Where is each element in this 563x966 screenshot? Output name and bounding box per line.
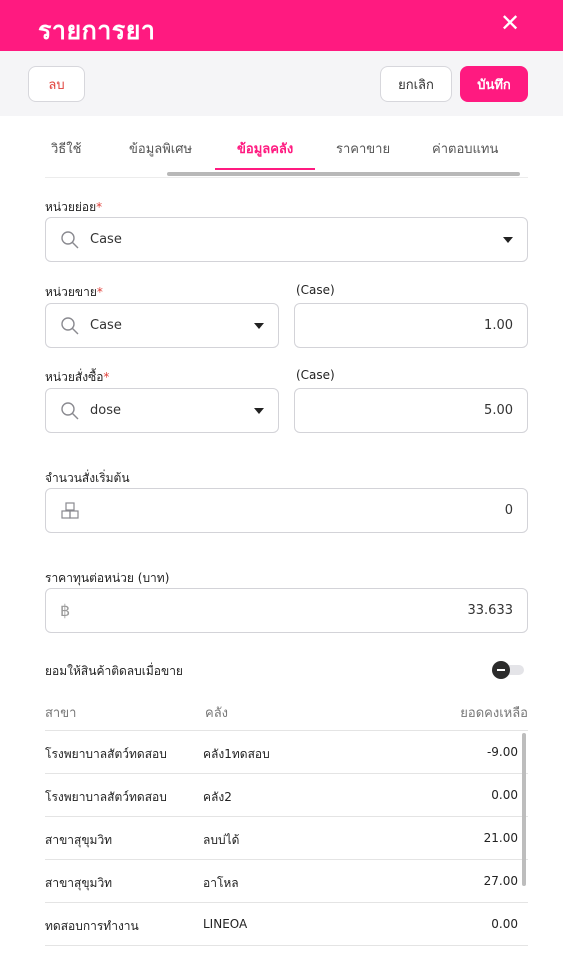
page-title: รายการยา xyxy=(38,16,156,45)
sub-unit-value: Case xyxy=(90,232,122,247)
cell-branch: สาขาสุขุมวิท xyxy=(45,876,113,890)
sell-unit-qty-label: (Case) xyxy=(296,283,335,297)
column-header-branch: สาขา xyxy=(45,706,77,721)
toggle-knob xyxy=(492,661,510,679)
search-icon xyxy=(61,402,79,420)
initial-order-qty-value: 0 xyxy=(504,503,513,518)
header-bar: รายการยา ✕ xyxy=(0,0,563,51)
cell-warehouse: คลัง1ทดสอบ xyxy=(203,747,270,761)
stock-table-body: โรงพยาบาลสัตว์ทดสอบ คลัง1ทดสอบ -9.00 โรง… xyxy=(45,731,528,946)
cell-warehouse: อาโหล xyxy=(203,876,239,890)
order-unit-label: หน่วยสั่งซื้อ* xyxy=(45,370,110,384)
table-row[interactable]: โรงพยาบาลสัตว์ทดสอบ คลัง2 0.00 xyxy=(45,774,528,817)
tab-bar: วิธีใช้ ข้อมูลพิเศษ ข้อมูลคลัง ราคาขาย ค… xyxy=(45,116,528,178)
action-bar: ลบ ยกเลิก บันทึก xyxy=(0,51,563,116)
cell-warehouse: LINEOA xyxy=(203,917,248,931)
cell-warehouse: ลบบ่ได้ xyxy=(203,833,240,847)
order-unit-qty-input[interactable]: 5.00 xyxy=(294,388,528,433)
cell-balance: 0.00 xyxy=(491,788,518,802)
order-unit-qty-value: 5.00 xyxy=(484,403,513,418)
sell-unit-select[interactable]: Case xyxy=(45,303,279,348)
chevron-down-icon xyxy=(503,237,513,243)
allow-negative-toggle[interactable] xyxy=(492,661,524,679)
tab-commission[interactable]: ค่าตอบแทน xyxy=(432,138,498,159)
tab-inventory[interactable]: ข้อมูลคลัง xyxy=(237,138,293,159)
column-header-balance: ยอดคงเหลือ xyxy=(460,706,528,721)
initial-order-qty-label: จำนวนสั่งเริ่มต้น xyxy=(45,471,130,485)
allow-negative-label: ยอมให้สินค้าติดลบเมื่อขาย xyxy=(45,664,183,678)
column-header-warehouse: คลัง xyxy=(205,706,229,721)
stock-table-header: สาขา คลัง ยอดคงเหลือ xyxy=(45,700,528,731)
cancel-button[interactable]: ยกเลิก xyxy=(380,66,452,102)
cell-balance: -9.00 xyxy=(486,745,518,759)
table-row[interactable]: ทดสอบการทำงาน LINEOA 0.00 xyxy=(45,903,528,946)
cell-warehouse: คลัง2 xyxy=(203,790,232,804)
cell-branch: โรงพยาบาลสัตว์ทดสอบ xyxy=(45,790,167,804)
tab-usage[interactable]: วิธีใช้ xyxy=(51,138,81,159)
cell-balance: 0.00 xyxy=(491,917,518,931)
baht-icon: ฿ xyxy=(60,601,71,620)
active-tab-indicator xyxy=(215,168,315,170)
cell-branch: สาขาสุขุมวิท xyxy=(45,833,113,847)
sell-unit-qty-input[interactable]: 1.00 xyxy=(294,303,528,348)
cost-per-unit-input[interactable]: ฿ 33.633 xyxy=(45,588,528,633)
save-button[interactable]: บันทึก xyxy=(460,66,528,102)
sell-unit-label: หน่วยขาย* xyxy=(45,285,103,299)
sub-unit-label: หน่วยย่อย* xyxy=(45,200,103,214)
cell-balance: 27.00 xyxy=(483,874,518,888)
order-unit-value: dose xyxy=(90,403,121,418)
table-scrollbar[interactable] xyxy=(522,733,526,886)
search-icon xyxy=(61,231,79,249)
tab-selling-price[interactable]: ราคาขาย xyxy=(336,138,390,159)
sell-unit-value: Case xyxy=(90,318,122,333)
cell-balance: 21.00 xyxy=(483,831,518,845)
chevron-down-icon xyxy=(254,323,264,329)
table-row[interactable]: สาขาสุขุมวิท ลบบ่ได้ 21.00 xyxy=(45,817,528,860)
cost-per-unit-value: 33.633 xyxy=(467,603,514,618)
tab-special-info[interactable]: ข้อมูลพิเศษ xyxy=(129,138,192,159)
order-unit-qty-label: (Case) xyxy=(296,368,335,382)
tab-scrollbar[interactable] xyxy=(167,172,520,176)
delete-button[interactable]: ลบ xyxy=(28,66,85,102)
order-unit-select[interactable]: dose xyxy=(45,388,279,433)
sub-unit-select[interactable]: Case xyxy=(45,217,528,262)
boxes-icon xyxy=(61,502,79,519)
cell-branch: โรงพยาบาลสัตว์ทดสอบ xyxy=(45,747,167,761)
table-row[interactable]: สาขาสุขุมวิท อาโหล 27.00 xyxy=(45,860,528,903)
cell-branch: ทดสอบการทำงาน xyxy=(45,919,139,933)
initial-order-qty-input[interactable]: 0 xyxy=(45,488,528,533)
close-icon[interactable]: ✕ xyxy=(496,9,524,37)
table-row[interactable]: โรงพยาบาลสัตว์ทดสอบ คลัง1ทดสอบ -9.00 xyxy=(45,731,528,774)
sell-unit-qty-value: 1.00 xyxy=(484,318,513,333)
cost-per-unit-label: ราคาทุนต่อหน่วย (บาท) xyxy=(45,571,170,585)
search-icon xyxy=(61,317,79,335)
chevron-down-icon xyxy=(254,408,264,414)
